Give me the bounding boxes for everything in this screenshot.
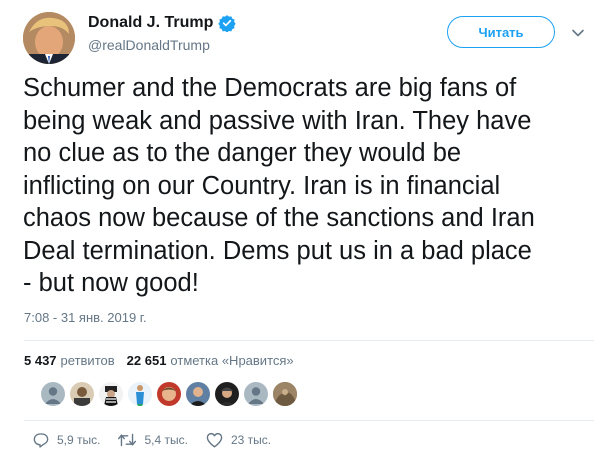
retweet-icon bbox=[118, 433, 137, 447]
likes-count: 22 651 bbox=[126, 353, 167, 368]
likes-stat[interactable]: 22 651 отметка «Нравится» bbox=[127, 353, 294, 368]
tweet-text: Schumer and the Democrats are big fans o… bbox=[23, 74, 535, 297]
avatar-image bbox=[23, 12, 75, 64]
user-avatar-icon[interactable] bbox=[215, 382, 239, 406]
chevron-down-icon[interactable] bbox=[570, 25, 586, 41]
author-display-name[interactable]: Donald J. Trump bbox=[88, 14, 213, 32]
tweet-card: Donald J. Trump @realDonaldTrump Читать … bbox=[0, 0, 609, 463]
divider bbox=[24, 340, 594, 341]
reply-count: 5,9 тыс. bbox=[57, 433, 101, 447]
liker-avatars bbox=[41, 382, 297, 406]
reply-icon bbox=[33, 433, 49, 448]
tweet-timestamp[interactable]: 7:08 - 31 янв. 2019 г. bbox=[24, 310, 147, 325]
tweet-stats: 5 437 ретвитов 22 651 отметка «Нравится» bbox=[24, 353, 294, 368]
retweets-stat[interactable]: 5 437 ретвитов bbox=[24, 353, 115, 368]
default-avatar-icon[interactable] bbox=[244, 382, 268, 406]
divider bbox=[24, 420, 594, 421]
heart-icon bbox=[206, 432, 223, 448]
verified-badge-icon bbox=[218, 14, 237, 33]
user-avatar-icon[interactable] bbox=[70, 382, 94, 406]
user-avatar-icon[interactable] bbox=[186, 382, 210, 406]
author-name-row: Donald J. Trump bbox=[88, 14, 237, 33]
author-screen-name[interactable]: @realDonaldTrump bbox=[88, 37, 210, 53]
user-avatar-icon[interactable] bbox=[273, 382, 297, 406]
tweet-actions: 5,9 тыс. 5,4 тыс. 23 тыс. bbox=[33, 432, 289, 448]
follow-button[interactable]: Читать bbox=[447, 16, 555, 48]
user-avatar-icon[interactable] bbox=[157, 382, 181, 406]
user-avatar-icon[interactable] bbox=[128, 382, 152, 406]
like-count: 23 тыс. bbox=[230, 433, 272, 447]
retweets-label: ретвитов bbox=[60, 353, 115, 368]
likes-label: отметка «Нравится» bbox=[170, 353, 294, 368]
retweets-count: 5 437 bbox=[24, 353, 57, 368]
retweet-count: 5,4 тыс. bbox=[144, 433, 188, 447]
reply-button[interactable]: 5,9 тыс. bbox=[33, 432, 100, 448]
retweet-button[interactable]: 5,4 тыс. bbox=[118, 432, 188, 448]
author-avatar[interactable] bbox=[23, 12, 75, 64]
like-button[interactable]: 23 тыс. bbox=[206, 432, 271, 448]
default-avatar-icon[interactable] bbox=[41, 382, 65, 406]
user-avatar-icon[interactable] bbox=[99, 382, 123, 406]
